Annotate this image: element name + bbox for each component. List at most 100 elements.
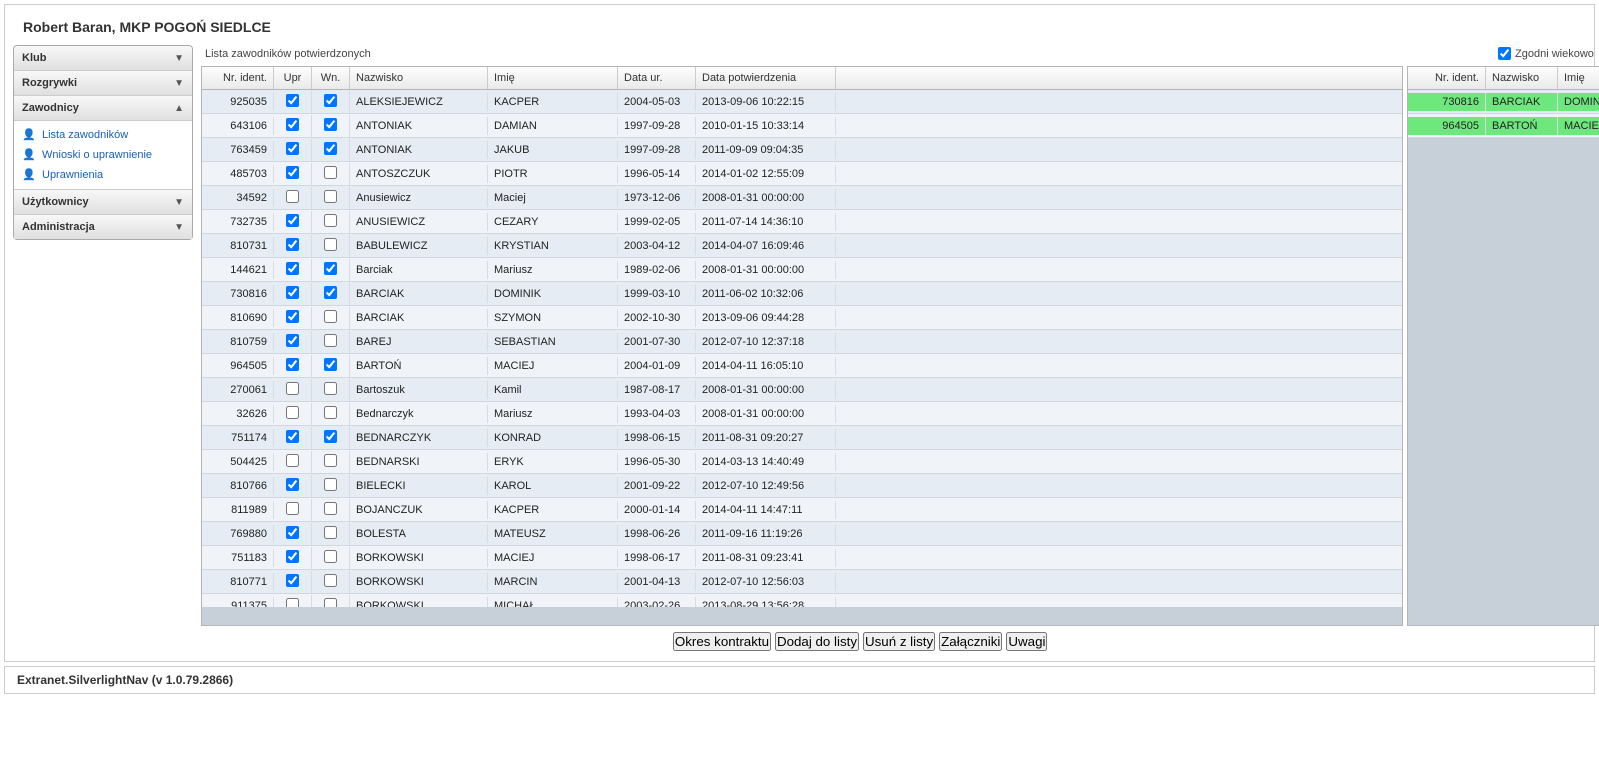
upr-checkbox[interactable] (286, 358, 299, 371)
wn-checkbox[interactable] (324, 118, 337, 131)
table-row[interactable]: 730816BARCIAKDOMINIK1999-03-102011-06-02… (202, 282, 1402, 306)
left-col-header[interactable]: Nazwisko (350, 67, 488, 89)
footer-version: Extranet.SilverlightNav (v 1.0.79.2866) (4, 666, 1595, 694)
table-row[interactable]: 811989BOJANCZUKKACPER2000-01-142014-04-1… (202, 498, 1402, 522)
uwagi-button[interactable]: Uwagi (1006, 632, 1047, 651)
left-col-header[interactable]: Data potwierdzenia (696, 67, 836, 89)
table-row[interactable]: 751174BEDNARCZYKKONRAD1998-06-152011-08-… (202, 426, 1402, 450)
upr-checkbox[interactable] (286, 430, 299, 443)
table-row[interactable]: 810759BAREJSEBASTIAN2001-07-302012-07-10… (202, 330, 1402, 354)
left-col-header[interactable]: Wn. (312, 67, 350, 89)
table-row[interactable]: 769880BOLESTAMATEUSZ1998-06-262011-09-16… (202, 522, 1402, 546)
table-row[interactable]: 730816BARCIAKDOMINIKZweryfikowany2014-06… (1408, 90, 1599, 114)
upr-checkbox[interactable] (286, 190, 299, 203)
wn-checkbox[interactable] (324, 310, 337, 323)
left-col-header[interactable]: Imię (488, 67, 618, 89)
table-row[interactable]: 504425BEDNARSKIERYK1996-05-302014-03-13 … (202, 450, 1402, 474)
table-row[interactable]: 32626BednarczykMariusz1993-04-032008-01-… (202, 402, 1402, 426)
wn-checkbox[interactable] (324, 94, 337, 107)
wn-checkbox[interactable] (324, 358, 337, 371)
table-row[interactable]: 643106ANTONIAKDAMIAN1997-09-282010-01-15… (202, 114, 1402, 138)
sidebar-section-rozgrywki[interactable]: Rozgrywki▼ (14, 70, 192, 95)
upr-checkbox[interactable] (286, 382, 299, 395)
table-cell: 811989 (202, 501, 274, 519)
upr-checkbox[interactable] (286, 334, 299, 347)
upr-checkbox[interactable] (286, 262, 299, 275)
upr-checkbox[interactable] (286, 286, 299, 299)
sidebar-section-użytkownicy[interactable]: Użytkownicy▼ (14, 189, 192, 214)
sidebar-section-klub[interactable]: Klub▼ (14, 46, 192, 70)
table-row[interactable]: 810690BARCIAKSZYMON2002-10-302013-09-06 … (202, 306, 1402, 330)
sidebar-item-uprawnienia[interactable]: 👤Uprawnienia (18, 165, 188, 185)
upr-checkbox[interactable] (286, 526, 299, 539)
age-check-box[interactable] (1498, 47, 1511, 60)
table-row[interactable]: 34592AnusiewiczMaciej1973-12-062008-01-3… (202, 186, 1402, 210)
left-col-header[interactable]: Upr (274, 67, 312, 89)
upr-checkbox[interactable] (286, 214, 299, 227)
sidebar-item-wnioski-o-uprawnienie[interactable]: 👤Wnioski o uprawnienie (18, 145, 188, 165)
upr-checkbox[interactable] (286, 598, 299, 608)
wn-checkbox[interactable] (324, 334, 337, 347)
upr-checkbox[interactable] (286, 142, 299, 155)
upr-checkbox[interactable] (286, 550, 299, 563)
wn-checkbox[interactable] (324, 454, 337, 467)
right-col-header[interactable]: Imię (1558, 67, 1599, 89)
wn-checkbox[interactable] (324, 190, 337, 203)
wn-checkbox[interactable] (324, 142, 337, 155)
upr-checkbox[interactable] (286, 478, 299, 491)
zalaczniki-button[interactable]: Załączniki (939, 632, 1002, 651)
upr-checkbox[interactable] (286, 238, 299, 251)
wn-checkbox[interactable] (324, 406, 337, 419)
sidebar-section-zawodnicy[interactable]: Zawodnicy▲ (14, 95, 192, 120)
table-row[interactable]: 732735ANUSIEWICZCEZARY1999-02-052011-07-… (202, 210, 1402, 234)
wn-checkbox[interactable] (324, 262, 337, 275)
table-row[interactable]: 751183BORKOWSKIMACIEJ1998-06-172011-08-3… (202, 546, 1402, 570)
table-row[interactable]: 911375BORKOWSKIMICHAŁ2003-02-262013-08-2… (202, 594, 1402, 607)
table-row[interactable]: 810731BABULEWICZKRYSTIAN2003-04-122014-0… (202, 234, 1402, 258)
wn-checkbox[interactable] (324, 286, 337, 299)
upr-checkbox[interactable] (286, 310, 299, 323)
table-row[interactable]: 485703ANTOSZCZUKPIOTR1996-05-142014-01-0… (202, 162, 1402, 186)
left-col-header[interactable]: Data ur. (618, 67, 696, 89)
upr-checkbox[interactable] (286, 454, 299, 467)
wn-checkbox[interactable] (324, 550, 337, 563)
wn-checkbox[interactable] (324, 430, 337, 443)
okres-kontraktu-button[interactable]: Okres kontraktu (673, 632, 771, 651)
right-col-header[interactable]: Nr. ident. (1408, 67, 1486, 89)
wn-checkbox[interactable] (324, 574, 337, 587)
table-cell: 1998-06-17 (618, 549, 696, 567)
table-cell: 2011-07-14 14:36:10 (696, 213, 836, 231)
left-grid-hscroll[interactable] (202, 607, 1402, 625)
usun-z-listy-button[interactable]: Usuń z listy (863, 632, 935, 651)
wn-checkbox[interactable] (324, 238, 337, 251)
left-grid-body[interactable]: 925035ALEKSIEJEWICZKACPER2004-05-032013-… (202, 90, 1402, 607)
table-row[interactable]: 763459ANTONIAKJAKUB1997-09-282011-09-09 … (202, 138, 1402, 162)
table-row[interactable]: 810766BIELECKIKAROL2001-09-222012-07-10 … (202, 474, 1402, 498)
upr-checkbox[interactable] (286, 166, 299, 179)
upr-checkbox[interactable] (286, 574, 299, 587)
wn-checkbox[interactable] (324, 214, 337, 227)
table-row[interactable]: 810771BORKOWSKIMARCIN2001-04-132012-07-1… (202, 570, 1402, 594)
wn-checkbox[interactable] (324, 598, 337, 608)
wn-checkbox[interactable] (324, 382, 337, 395)
left-col-header[interactable]: Nr. ident. (202, 67, 274, 89)
right-col-header[interactable]: Nazwisko (1486, 67, 1558, 89)
wn-checkbox[interactable] (324, 502, 337, 515)
upr-checkbox[interactable] (286, 406, 299, 419)
table-row[interactable]: 964505BARTOŃMACIEJ2004-01-092014-04-11 1… (202, 354, 1402, 378)
wn-checkbox[interactable] (324, 478, 337, 491)
upr-checkbox[interactable] (286, 118, 299, 131)
table-row[interactable]: 144621BarciakMariusz1989-02-062008-01-31… (202, 258, 1402, 282)
dodaj-do-listy-button[interactable]: Dodaj do listy (775, 632, 859, 651)
table-row[interactable]: 964505BARTOŃMACIEJZweryfikowany2014-06-3… (1408, 114, 1599, 138)
age-check[interactable]: Zgodni wiekowo (1498, 47, 1594, 60)
sidebar-item-lista-zawodników[interactable]: 👤Lista zawodników (18, 125, 188, 145)
right-grid-body[interactable]: 730816BARCIAKDOMINIKZweryfikowany2014-06… (1408, 90, 1599, 625)
table-row[interactable]: 925035ALEKSIEJEWICZKACPER2004-05-032013-… (202, 90, 1402, 114)
table-row[interactable]: 270061BartoszukKamil1987-08-172008-01-31… (202, 378, 1402, 402)
sidebar-section-administracja[interactable]: Administracja▼ (14, 214, 192, 239)
wn-checkbox[interactable] (324, 526, 337, 539)
upr-checkbox[interactable] (286, 502, 299, 515)
upr-checkbox[interactable] (286, 94, 299, 107)
wn-checkbox[interactable] (324, 166, 337, 179)
